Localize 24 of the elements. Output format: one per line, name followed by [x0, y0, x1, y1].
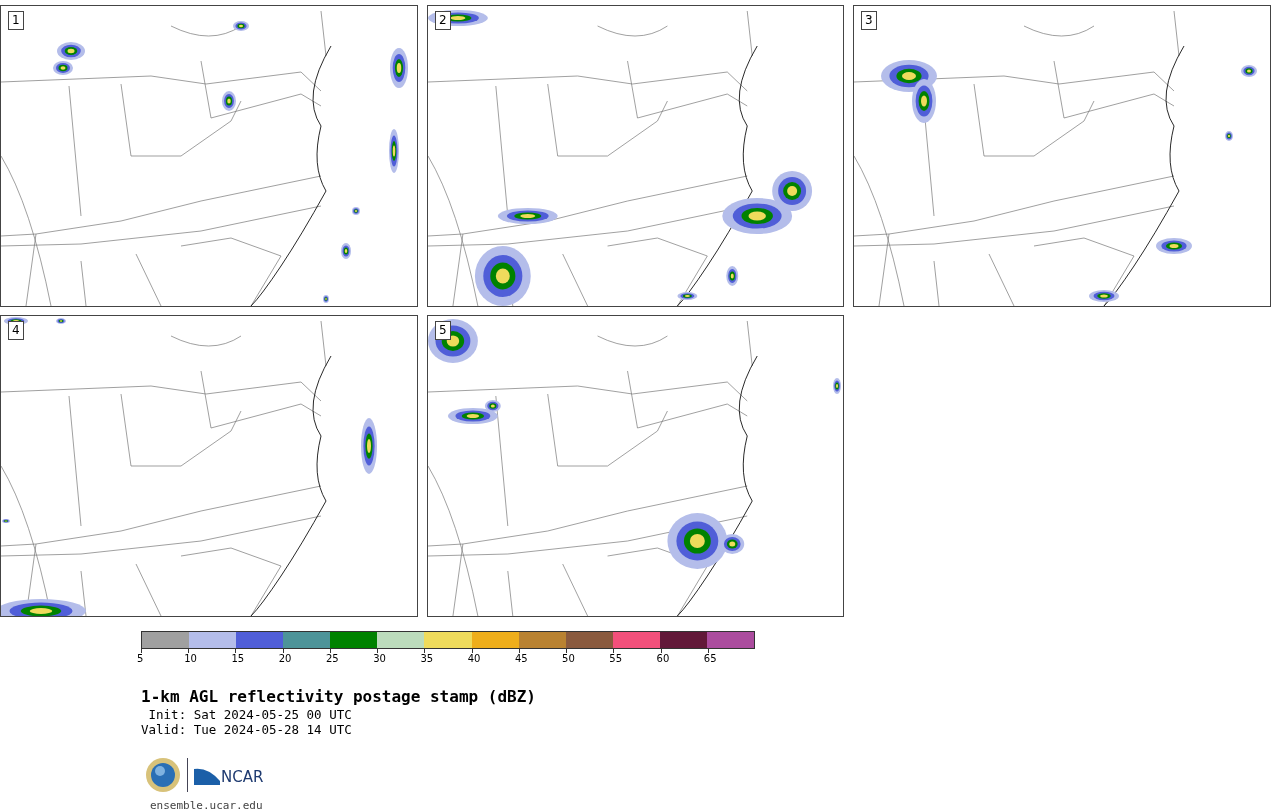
scale-tick-label: 35: [420, 653, 434, 665]
panel-number: 3: [861, 11, 877, 30]
valid-time: Valid: Tue 2024-05-28 14 UTC: [141, 722, 353, 737]
scale-tick-label: 60: [656, 653, 670, 665]
scale-tick-label: 50: [562, 653, 575, 665]
site-url: ensemble.ucar.edu: [150, 799, 264, 809]
scale-tick-label: 20: [278, 653, 292, 665]
scale-tick-label: 65: [703, 653, 717, 665]
scale-tick-label: 30: [373, 653, 386, 665]
scale-tick-label: 10: [184, 653, 197, 665]
chart-title: 1-km AGL reflectivity postage stamp (dBZ): [141, 687, 537, 707]
scale-tick-label: 55: [609, 653, 623, 665]
scale-tick-label: 25: [325, 653, 339, 665]
panel-number: 2: [435, 11, 451, 30]
panel-number: 1: [8, 11, 24, 30]
panel-number: 4: [8, 321, 24, 340]
scale-tick-label: 5: [137, 653, 144, 665]
panel-number: 5: [435, 321, 451, 340]
seal-logo-icon: [145, 757, 181, 793]
scale-tick-label: 40: [467, 653, 481, 665]
scale-tick-label: 45: [514, 653, 528, 665]
init-time: Init: Sat 2024-05-25 00 UTC: [147, 707, 353, 722]
logo-text: NCAR: [221, 769, 264, 785]
scale-tick-label: 15: [231, 653, 245, 665]
